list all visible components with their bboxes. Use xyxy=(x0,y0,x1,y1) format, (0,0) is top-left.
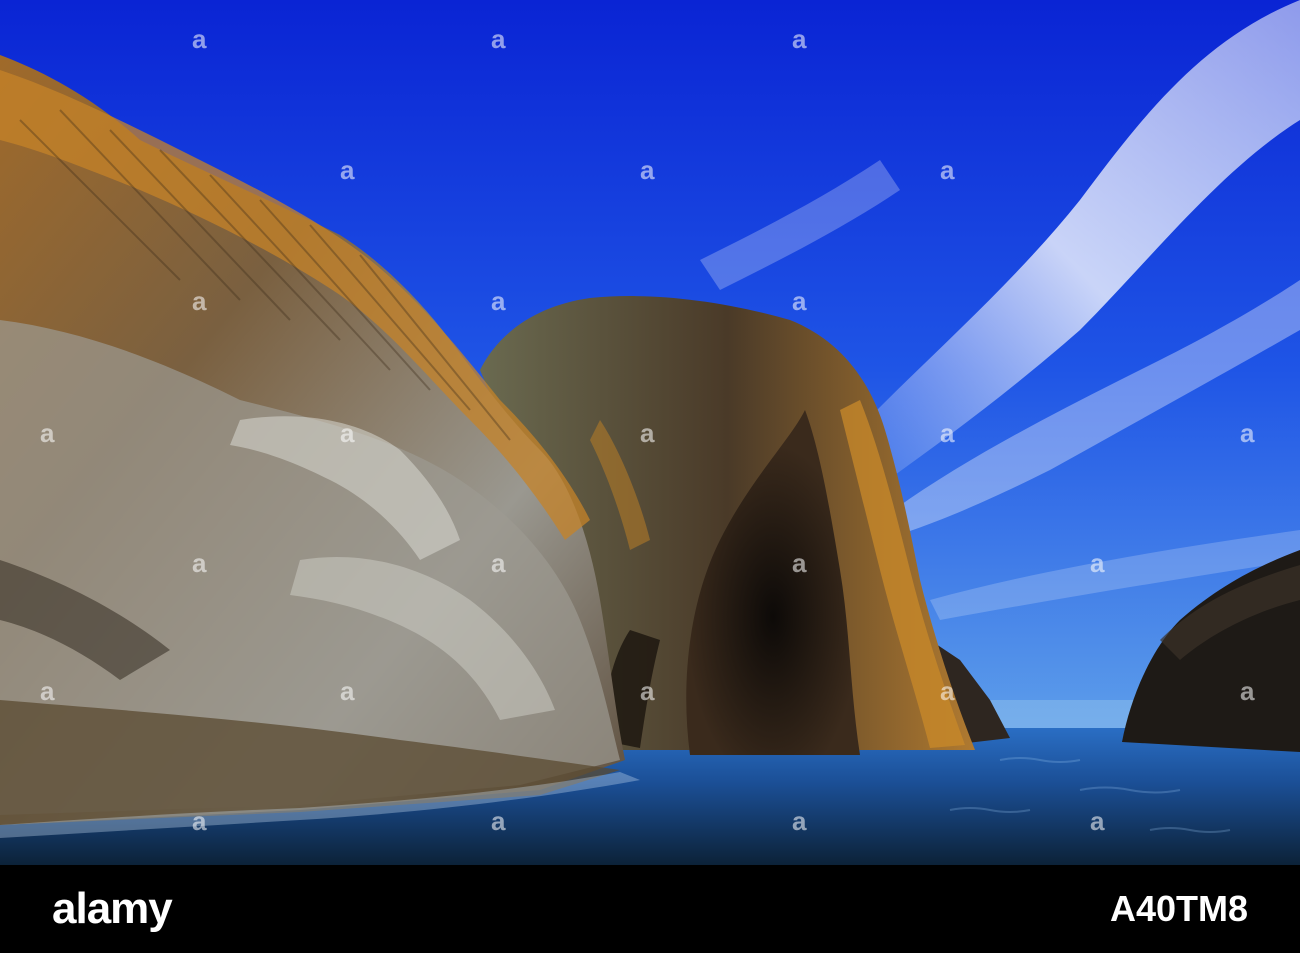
image-id: A40TM8 xyxy=(1109,888,1248,929)
footer-bar xyxy=(0,865,1300,953)
alamy-logo: alamy xyxy=(52,884,173,933)
photo xyxy=(0,0,1300,865)
scene xyxy=(0,0,1300,865)
